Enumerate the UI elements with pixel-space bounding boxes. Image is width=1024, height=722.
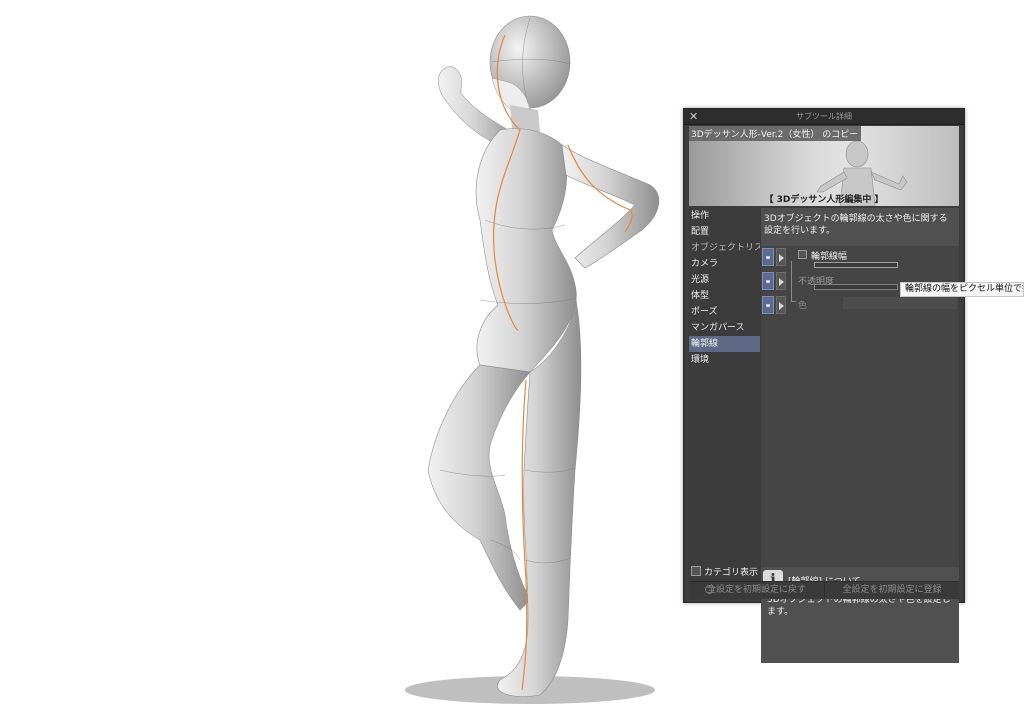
panel-footer: 全設定を初期設定に戻す 全設定を初期設定に登録 — [689, 581, 959, 599]
category-display-checkbox[interactable] — [691, 566, 701, 576]
outline-width-checkbox[interactable] — [798, 250, 807, 259]
eye-icon[interactable] — [762, 272, 774, 290]
menu-item-outline[interactable]: 輪郭線 — [689, 336, 760, 352]
outline-width-slider[interactable] — [814, 262, 898, 268]
color-swatch[interactable] — [843, 297, 957, 309]
menu-item-environment[interactable]: 環境 — [689, 352, 760, 368]
indent-line — [791, 261, 792, 302]
category-display-label: カテゴリ表示 — [704, 568, 759, 578]
3d-drawing-doll-figure[interactable] — [380, 0, 680, 722]
panel-title: サブツール詳細 — [796, 112, 852, 121]
menu-item-placement[interactable]: 配置 — [689, 224, 760, 240]
outline-width-label: 輪郭線幅 — [811, 252, 848, 262]
menu-item-body-shape[interactable]: 体型 — [689, 288, 760, 304]
preview-area: 3Dデッサン人形-Ver.2（女性） のコピー 【 3Dデッサン人形編集中 】 — [689, 126, 959, 206]
preview-title: 3Dデッサン人形-Ver.2（女性） のコピー — [689, 126, 862, 141]
eye-icon[interactable] — [762, 296, 774, 314]
expand-arrow-icon[interactable] — [776, 296, 786, 314]
category-description: 3Dオブジェクトの輪郭線の太さや色に関する設定を行います。 — [761, 208, 959, 246]
indent-line — [791, 301, 796, 302]
menu-item-operation[interactable]: 操作 — [689, 208, 760, 224]
color-label: 色 — [798, 301, 808, 311]
reset-icon — [705, 585, 714, 594]
expand-arrow-icon[interactable] — [776, 272, 786, 290]
category-menu: 操作 配置 オブジェクトリスト カメラ 光源 体型 ポーズ マンガパース 輪郭線… — [689, 208, 760, 368]
tooltip: 輪郭線の幅をピクセル単位で指定 — [900, 282, 1024, 297]
menu-item-manga-perspective[interactable]: マンガパース — [689, 320, 760, 336]
sub-tool-detail-panel: ✕ サブツール詳細 3Dデッサン人形-Ver.2（女性） のコピー 【 3Dデッ… — [683, 108, 965, 663]
eye-icon[interactable] — [762, 248, 774, 266]
menu-item-camera[interactable]: カメラ — [689, 256, 760, 272]
expand-arrow-icon[interactable] — [776, 248, 786, 266]
menu-item-light-source[interactable]: 光源 — [689, 272, 760, 288]
menu-item-object-list[interactable]: オブジェクトリスト — [689, 240, 760, 256]
menu-item-pose[interactable]: ポーズ — [689, 304, 760, 320]
reset-all-settings-button[interactable]: 全設定を初期設定に戻す — [689, 582, 825, 599]
panel-titlebar[interactable]: ✕ サブツール詳細 — [684, 109, 964, 125]
register-default-settings-button[interactable]: 全設定を初期設定に登録 — [825, 582, 959, 599]
preview-status: 【 3Dデッサン人形編集中 】 — [764, 195, 884, 205]
opacity-slider[interactable] — [814, 284, 898, 290]
